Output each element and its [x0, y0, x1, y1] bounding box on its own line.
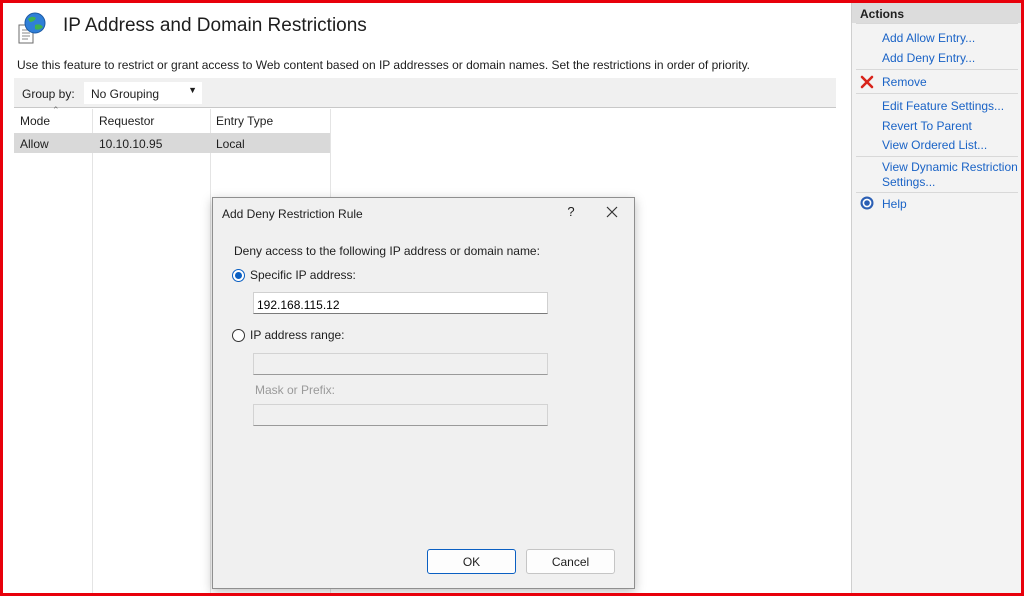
specific-ip-label[interactable]: Specific IP address: [250, 268, 356, 282]
dialog-title: Add Deny Restriction Rule [222, 207, 363, 221]
sort-arrow-icon: ⌃ [52, 105, 60, 115]
divider [856, 192, 1018, 193]
specific-ip-radio[interactable] [232, 269, 245, 282]
cell-requestor: 10.10.10.95 [99, 137, 163, 151]
column-header-mode[interactable]: Mode [20, 114, 50, 128]
revert-to-parent-link[interactable]: Revert To Parent [882, 119, 972, 134]
cell-entry-type: Local [216, 137, 245, 151]
page-title: IP Address and Domain Restrictions [63, 15, 367, 36]
column-header-requestor[interactable]: Requestor [99, 114, 154, 128]
help-button[interactable]: ? [564, 204, 578, 219]
actions-pane: Actions Add Allow Entry... Add Deny Entr… [851, 3, 1021, 593]
page-description: Use this feature to restrict or grant ac… [17, 58, 751, 72]
dropdown-arrow-icon: ▼ [188, 85, 197, 95]
remove-x-icon [860, 75, 874, 89]
add-deny-entry-link[interactable]: Add Deny Entry... [882, 51, 975, 66]
mask-prefix-input[interactable] [253, 404, 548, 426]
table-row[interactable]: Allow 10.10.10.95 Local [14, 133, 330, 153]
column-divider [92, 109, 93, 593]
group-by-label: Group by: [22, 87, 75, 101]
globe-document-icon [18, 12, 46, 44]
ip-range-radio[interactable] [232, 329, 245, 342]
edit-feature-settings-link[interactable]: Edit Feature Settings... [882, 99, 1004, 114]
group-by-dropdown[interactable]: No Grouping ▼ [84, 82, 202, 104]
group-by-toolbar: Group by: No Grouping ▼ [14, 78, 836, 108]
ip-range-label[interactable]: IP address range: [250, 328, 345, 342]
mask-prefix-label: Mask or Prefix: [255, 383, 336, 397]
close-icon[interactable] [603, 203, 621, 221]
group-by-value: No Grouping [91, 87, 160, 101]
add-deny-restriction-dialog: Add Deny Restriction Rule ? Deny access … [212, 197, 635, 589]
remove-link[interactable]: Remove [882, 75, 927, 90]
cell-mode: Allow [20, 137, 49, 151]
help-icon [860, 196, 874, 210]
divider [856, 69, 1018, 70]
dialog-prompt: Deny access to the following IP address … [234, 244, 540, 258]
divider [856, 23, 1018, 24]
view-ordered-list-link[interactable]: View Ordered List... [882, 138, 987, 153]
add-allow-entry-link[interactable]: Add Allow Entry... [882, 31, 975, 46]
cancel-button[interactable]: Cancel [526, 549, 615, 574]
column-divider [210, 109, 211, 593]
column-header-entry-type[interactable]: Entry Type [216, 114, 273, 128]
specific-ip-input[interactable] [253, 292, 548, 314]
divider [856, 156, 1018, 157]
help-link[interactable]: Help [882, 197, 907, 212]
actions-header: Actions [852, 3, 1021, 23]
view-dynamic-restriction-settings-link[interactable]: View Dynamic Restriction Settings... [882, 160, 1018, 190]
divider [856, 93, 1018, 94]
ip-range-input[interactable] [253, 353, 548, 375]
ok-button[interactable]: OK [427, 549, 516, 574]
